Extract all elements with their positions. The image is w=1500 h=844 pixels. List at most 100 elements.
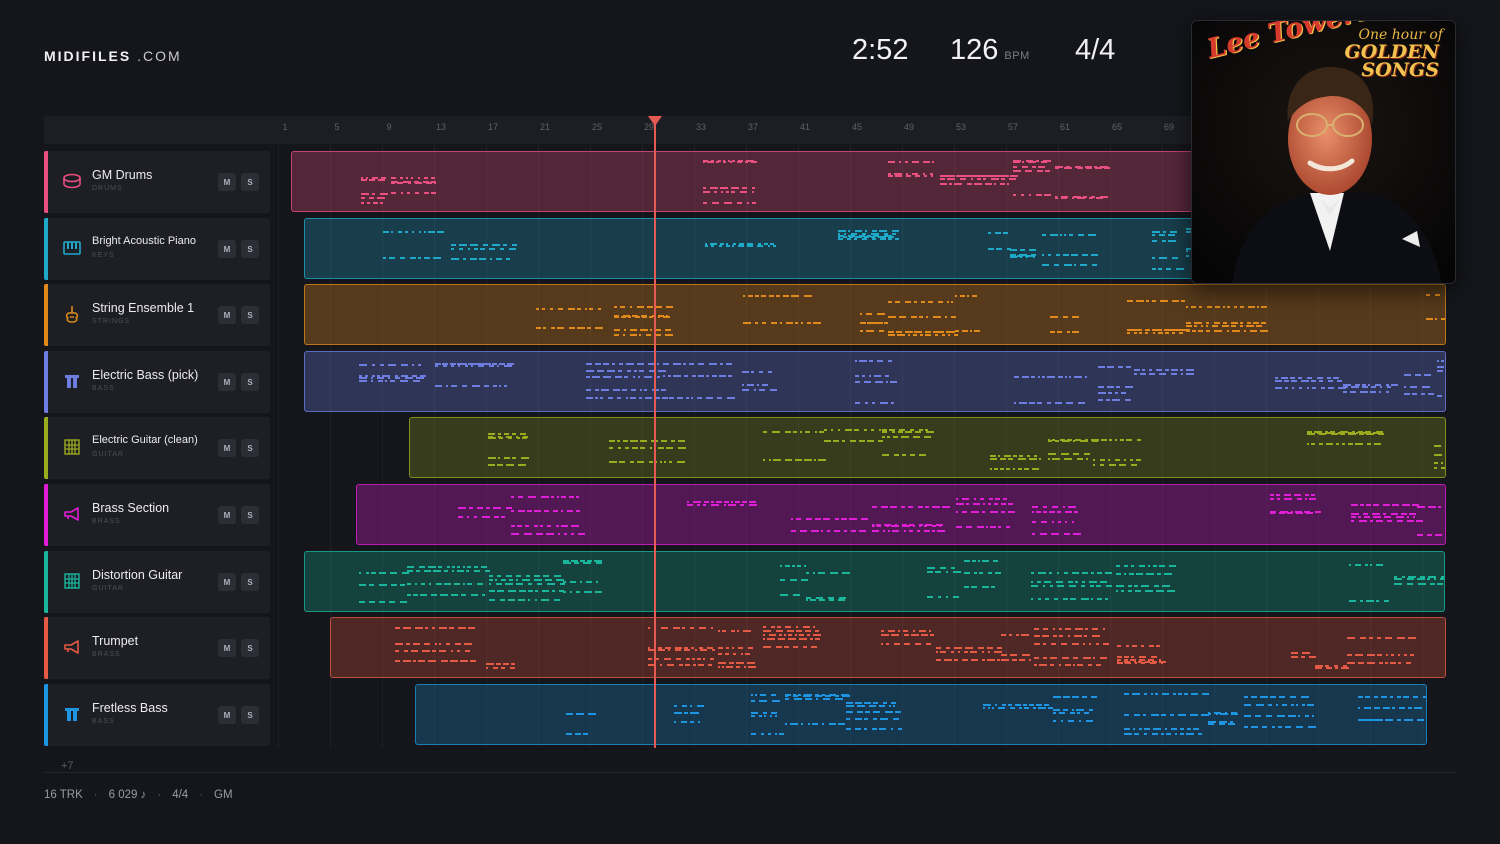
ruler-tick: 33 (695, 122, 707, 132)
ruler-tick: 13 (435, 122, 447, 132)
track-header[interactable]: Trumpet BRASS M S (44, 617, 270, 679)
track-header[interactable]: Distortion Guitar GUITAR M S (44, 551, 270, 613)
mute-button[interactable]: M (218, 506, 236, 524)
track-category: DRUMS (92, 185, 123, 192)
ruler-tick: 21 (539, 122, 551, 132)
ruler-tick: 37 (747, 122, 759, 132)
clip-notes (359, 560, 1444, 603)
track-header[interactable]: Fretless Bass BASS M S (44, 684, 270, 746)
clip-notes (395, 626, 1416, 669)
midi-clip[interactable] (330, 617, 1446, 678)
clip-notes (536, 294, 1445, 336)
solo-button[interactable]: S (241, 639, 259, 657)
track-category: GUITAR (92, 585, 124, 592)
track-header[interactable]: Bright Acoustic Piano KEYS M S (44, 218, 270, 280)
clip-notes (488, 429, 1445, 470)
track-header[interactable]: GM Drums DRUMS M S (44, 151, 270, 213)
midi-clip[interactable] (304, 284, 1446, 345)
mute-button[interactable]: M (218, 439, 236, 457)
album-title-line3: SONGS (1361, 59, 1439, 81)
tempo-value: 126 (950, 34, 999, 66)
guitar-icon (62, 571, 82, 591)
solo-button[interactable]: S (241, 439, 259, 457)
horn-icon (62, 637, 82, 657)
mute-button[interactable]: M (218, 240, 236, 258)
brand-tld: .COM (137, 48, 182, 64)
track-category: GUITAR (92, 451, 124, 458)
track-name: Trumpet (92, 634, 139, 648)
track-name: Electric Guitar (clean) (92, 434, 198, 446)
more-tracks-count[interactable]: +7 (61, 760, 74, 772)
album-cover: Lee Towers One hour of GOLDEN SONGS (1191, 20, 1456, 284)
track-color-stripe (44, 151, 48, 213)
midi-clip[interactable] (304, 351, 1446, 412)
clip-notes (458, 494, 1442, 536)
ruler-tick: 53 (955, 122, 967, 132)
solo-button[interactable]: S (241, 506, 259, 524)
solo-button[interactable]: S (241, 373, 259, 391)
footer-signature: 4/4 (172, 789, 189, 801)
track-name: Bright Acoustic Piano (92, 235, 196, 247)
track-category: STRINGS (92, 318, 131, 325)
ruler-tick: 49 (903, 122, 915, 132)
track-name: Distortion Guitar (92, 568, 183, 582)
solo-button[interactable]: S (241, 706, 259, 724)
track-color-stripe (44, 484, 48, 546)
tempo-display: 126 BPM (950, 34, 1030, 67)
drum-icon (62, 171, 82, 191)
footer-divider (44, 772, 1456, 773)
solo-button[interactable]: S (241, 573, 259, 591)
bar-gridline (278, 144, 279, 748)
ruler-tick: 1 (282, 122, 288, 132)
solo-button[interactable]: S (241, 306, 259, 324)
track-category: BASS (92, 385, 115, 392)
ruler-tick: 17 (487, 122, 499, 132)
horn-icon (62, 504, 82, 524)
track-color-stripe (44, 351, 48, 413)
ruler-tick: 69 (1163, 122, 1175, 132)
clip-notes (359, 360, 1444, 404)
track-color-stripe (44, 551, 48, 613)
mute-button[interactable]: M (218, 306, 236, 324)
midi-standard: GM (214, 789, 233, 801)
track-color-stripe (44, 617, 48, 679)
midi-clip[interactable] (409, 417, 1446, 478)
violin-icon (62, 304, 82, 324)
piano-icon (62, 238, 82, 258)
bass-icon (62, 704, 82, 724)
midi-clip[interactable] (356, 484, 1446, 545)
track-header[interactable]: Electric Bass (pick) BASS M S (44, 351, 270, 413)
tempo-unit: BPM (1004, 50, 1030, 62)
mute-button[interactable]: M (218, 706, 236, 724)
midi-clip[interactable] (415, 684, 1427, 745)
track-color-stripe (44, 684, 48, 746)
midi-clip[interactable] (304, 551, 1445, 612)
mute-button[interactable]: M (218, 573, 236, 591)
solo-button[interactable]: S (241, 240, 259, 258)
track-category: BASS (92, 718, 115, 725)
playback-time: 2:52 (852, 34, 909, 66)
track-name: Fretless Bass (92, 701, 168, 715)
mute-button[interactable]: M (218, 173, 236, 191)
track-header[interactable]: String Ensemble 1 STRINGS M S (44, 284, 270, 346)
ruler-tick: 25 (591, 122, 603, 132)
track-header[interactable]: Brass Section BRASS M S (44, 484, 270, 546)
brand-name: MIDIFILES (44, 48, 132, 64)
track-category: KEYS (92, 252, 115, 259)
ruler-tick: 9 (386, 122, 392, 132)
guitar-icon (62, 437, 82, 457)
track-name: String Ensemble 1 (92, 301, 195, 315)
track-header[interactable]: Electric Guitar (clean) GUITAR M S (44, 417, 270, 479)
mute-button[interactable]: M (218, 373, 236, 391)
footer-stats: 16 TRK · 6 029 ♪ · 4/4 · GM (44, 789, 233, 801)
time-signature: 4/4 (1075, 34, 1116, 66)
note-count: 6 029 ♪ (108, 789, 147, 801)
ruler-tick: 61 (1059, 122, 1071, 132)
mute-button[interactable]: M (218, 639, 236, 657)
track-color-stripe (44, 284, 48, 346)
track-name: Electric Bass (pick) (92, 368, 199, 382)
playhead[interactable] (654, 118, 656, 748)
ruler-tick: 5 (334, 122, 340, 132)
solo-button[interactable]: S (241, 173, 259, 191)
track-category: BRASS (92, 651, 121, 658)
